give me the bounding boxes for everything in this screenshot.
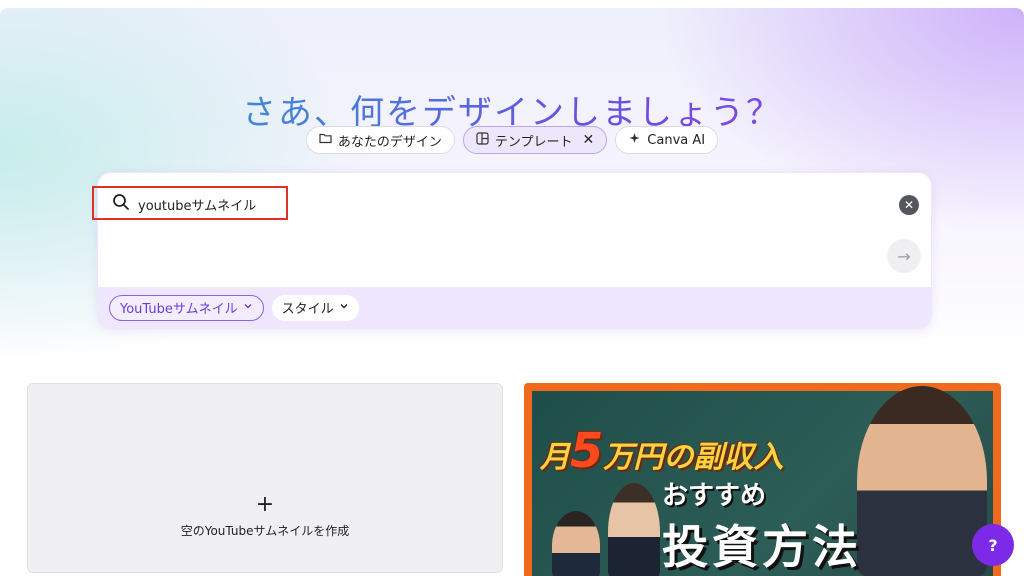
top-edge	[0, 0, 1024, 8]
thumbnail-subheading: おすすめ	[662, 481, 767, 511]
chip-label: あなたのデザイン	[337, 134, 442, 150]
chip-label: テンプレート	[494, 134, 573, 150]
filter-label: YouTubeサムネイル	[120, 302, 238, 317]
person-image	[552, 511, 600, 576]
template-thumbnail[interactable]: 月5万円の副収入 おすすめ 投資方法	[524, 383, 1001, 576]
chip-your-designs[interactable]: あなたのデザイン	[305, 126, 455, 154]
filter-bar: YouTubeサムネイル スタイル	[98, 287, 931, 328]
thumbnail-headline: 月5万円の副収入	[540, 423, 784, 479]
clear-search-button[interactable]: ✕	[899, 195, 919, 215]
thumbnail-main-text: 投資方法	[662, 520, 862, 574]
person-image	[857, 386, 987, 576]
filter-youtube-thumbnail[interactable]: YouTubeサムネイル	[109, 294, 264, 321]
help-button[interactable]: ?	[972, 524, 1014, 566]
highlight-box	[92, 186, 288, 220]
filter-label: スタイル	[281, 302, 334, 317]
chip-label: Canva AI	[647, 132, 706, 148]
chevron-down-icon	[339, 300, 349, 315]
folder-icon	[319, 132, 332, 148]
plus-icon: +	[255, 492, 275, 517]
chevron-down-icon	[243, 300, 253, 315]
create-blank-card[interactable]: + 空のYouTubeサムネイルを作成	[27, 383, 503, 573]
template-icon	[476, 131, 489, 149]
chip-templates[interactable]: テンプレート ✕	[462, 126, 608, 154]
chip-canva-ai[interactable]: Canva AI	[615, 126, 719, 154]
sparkle-icon	[628, 132, 641, 149]
mode-chips: あなたのデザイン テンプレート ✕ Canva AI	[0, 126, 1024, 154]
create-blank-label: 空のYouTubeサムネイルを作成	[180, 524, 350, 538]
submit-search-button[interactable]: →	[887, 239, 921, 273]
close-icon[interactable]: ✕	[583, 132, 595, 148]
person-image	[608, 483, 660, 576]
filter-style[interactable]: スタイル	[271, 294, 359, 321]
